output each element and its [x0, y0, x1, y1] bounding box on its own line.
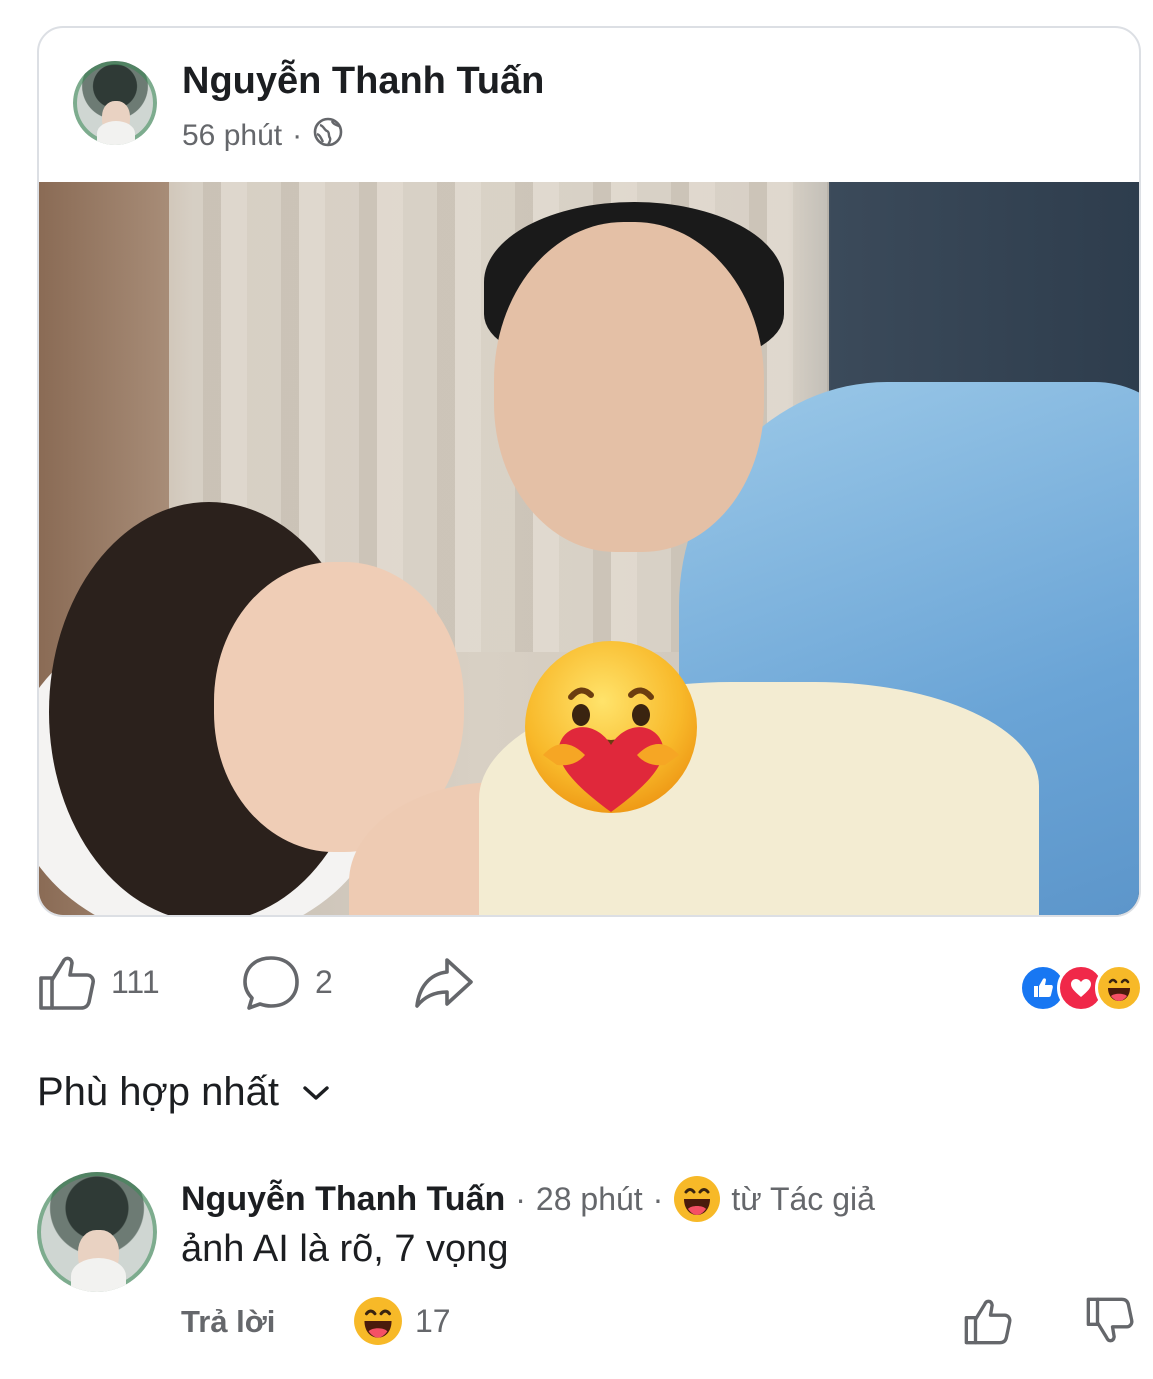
- care-reaction-emoji-icon: [525, 641, 697, 813]
- share-arrow-icon: [415, 958, 473, 1008]
- post-card: Nguyễn Thanh Tuấn 56 phút ·: [37, 26, 1141, 917]
- post-author-name[interactable]: Nguyễn Thanh Tuấn: [182, 60, 544, 103]
- post-meta: 56 phút ·: [182, 116, 344, 156]
- globe-icon: [312, 116, 344, 156]
- thumbs-up-icon: [39, 956, 95, 1010]
- comment-reaction-summary[interactable]: 17: [353, 1296, 451, 1346]
- comment-count: 2: [315, 963, 333, 1000]
- comment-text: ảnh AI là rõ, 7 vọng: [181, 1228, 509, 1270]
- reply-button[interactable]: Trả lời: [181, 1304, 275, 1340]
- haha-reaction-icon: [1095, 964, 1143, 1012]
- meta-separator: ·: [292, 119, 303, 152]
- post-header: Nguyễn Thanh Tuấn 56 phút ·: [39, 28, 1139, 182]
- post-action-bar: 111 2: [37, 952, 1143, 1022]
- chevron-down-icon: [303, 1085, 329, 1100]
- comment-reaction-count: 17: [415, 1302, 451, 1339]
- comment-separator: ·: [515, 1180, 526, 1217]
- comment-author-avatar[interactable]: [37, 1172, 157, 1292]
- comment-actions: Trả lời 17: [181, 1296, 1143, 1352]
- author-avatar[interactable]: [73, 61, 157, 145]
- haha-badge-icon: [674, 1176, 721, 1222]
- reaction-summary[interactable]: [1019, 964, 1143, 1012]
- like-count: 111: [111, 963, 160, 1000]
- post-photo[interactable]: [39, 182, 1139, 915]
- post-time[interactable]: 56 phút: [182, 119, 282, 153]
- comment-header: Nguyễn Thanh Tuấn · 28 phút · từ Tác giả: [181, 1175, 875, 1223]
- comment-separator-2: ·: [652, 1180, 664, 1217]
- like-action[interactable]: 111: [37, 952, 160, 1012]
- comment-sort-dropdown[interactable]: Phù hợp nhất: [37, 1070, 331, 1115]
- haha-reaction-icon: [354, 1297, 402, 1345]
- upvote-thumbs-up-icon[interactable]: [963, 1296, 1013, 1346]
- comment-time[interactable]: 28 phút: [536, 1181, 643, 1218]
- comment-author-name[interactable]: Nguyễn Thanh Tuấn: [181, 1180, 505, 1219]
- comment-bubble-icon: [243, 956, 299, 1010]
- comment-action[interactable]: 2: [241, 952, 333, 1012]
- downvote-thumbs-down-icon[interactable]: [1085, 1296, 1135, 1346]
- share-action[interactable]: [413, 952, 475, 1012]
- comment-sort-label: Phù hợp nhất: [37, 1070, 279, 1114]
- author-badge-label: từ Tác giả: [731, 1180, 875, 1217]
